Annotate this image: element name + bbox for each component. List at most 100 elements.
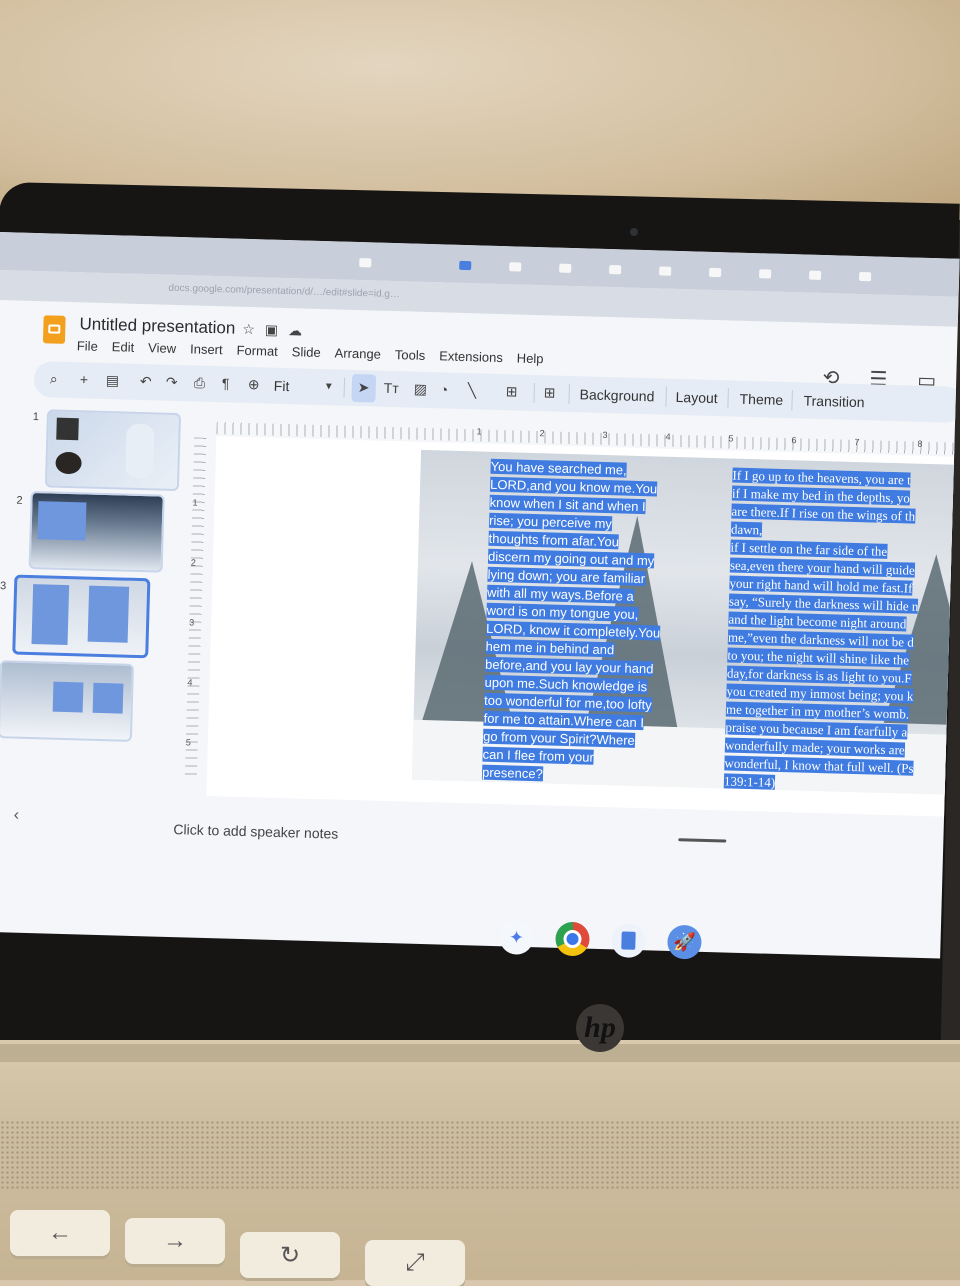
zoom-icon[interactable]: ⊕ xyxy=(248,376,260,393)
divider xyxy=(727,388,729,409)
transition-button[interactable]: Transition xyxy=(803,393,864,411)
slide-number: 1 xyxy=(32,410,40,424)
ruler-number: 5 xyxy=(728,433,734,444)
ruler-number: 1 xyxy=(476,426,482,437)
fullscreen-key[interactable]: ⤢ xyxy=(365,1240,465,1286)
docs-icon[interactable] xyxy=(611,923,646,959)
slide-thumbnail-1[interactable] xyxy=(44,409,182,492)
collapse-filmstrip-icon[interactable]: ‹ xyxy=(13,807,19,825)
ruler-number: 3 xyxy=(602,429,608,441)
menu-view[interactable]: View xyxy=(148,340,176,356)
shape-icon[interactable]: ◔ xyxy=(440,381,449,397)
image-icon[interactable]: ▨ xyxy=(414,381,428,398)
menu-help[interactable]: Help xyxy=(517,350,544,366)
speaker-grille xyxy=(0,1120,960,1190)
ruler-number: 4 xyxy=(665,431,671,442)
thumb-text-block xyxy=(52,681,84,713)
ruler-number: 4 xyxy=(187,677,193,688)
thumb-text-block xyxy=(92,682,124,714)
text-box-icon[interactable]: Tт xyxy=(384,380,399,396)
zoom-select[interactable]: Fit xyxy=(274,378,290,394)
star-icon[interactable]: ☆ xyxy=(242,321,265,338)
hp-logo: hp xyxy=(576,1004,624,1052)
menu-tools[interactable]: Tools xyxy=(395,347,426,363)
slide-canvas[interactable]: You have searched me, LORD,and you know … xyxy=(206,436,960,817)
screen: docs.google.com/presentation/d/…/edit#sl… xyxy=(0,232,960,959)
thumb-text-block xyxy=(37,501,87,541)
webcam xyxy=(630,228,638,236)
menu-arrange[interactable]: Arrange xyxy=(334,345,381,361)
back-key[interactable]: ← xyxy=(10,1210,110,1256)
ruler-number: 8 xyxy=(917,438,923,449)
move-folder-icon[interactable]: ▣ xyxy=(265,321,289,338)
chevron-down-icon[interactable]: ▼ xyxy=(324,381,334,392)
slide-thumbnail-2[interactable] xyxy=(28,490,165,573)
chromeos-shelf: ✦ 🚀 xyxy=(499,920,702,960)
line-icon[interactable]: ╲ xyxy=(468,382,477,399)
slides-logo-icon[interactable] xyxy=(42,315,66,344)
tab-favicon[interactable] xyxy=(559,263,572,273)
tab-favicon[interactable] xyxy=(609,265,622,275)
thumb-image xyxy=(55,451,82,475)
slide-layout-icon[interactable]: ▤ xyxy=(106,372,120,389)
tab-favicon[interactable] xyxy=(359,258,372,268)
ruler-number: 2 xyxy=(539,428,545,439)
notes-resize-handle[interactable] xyxy=(678,838,727,843)
new-slide-icon[interactable]: + xyxy=(80,371,89,387)
url-text[interactable]: docs.google.com/presentation/d/…/edit#sl… xyxy=(168,283,400,300)
launcher-icon[interactable]: 🚀 xyxy=(666,924,702,960)
vertical-ruler xyxy=(184,437,207,778)
forward-key[interactable]: → xyxy=(125,1218,225,1264)
menu-file[interactable]: File xyxy=(77,338,98,354)
qr-code xyxy=(56,417,79,441)
add-comment-icon[interactable]: ⊞ xyxy=(543,384,556,401)
divider xyxy=(533,382,535,403)
tab-favicon[interactable] xyxy=(759,269,772,279)
menu-extensions[interactable]: Extensions xyxy=(439,348,503,365)
divider xyxy=(343,377,346,398)
tab-favicon[interactable] xyxy=(808,270,822,280)
print-icon[interactable]: ⎙ xyxy=(194,374,206,391)
menu-format[interactable]: Format xyxy=(236,343,278,359)
laptop-hinge xyxy=(0,1044,960,1062)
tab-favicon[interactable] xyxy=(709,267,722,278)
thumb-text-block xyxy=(87,585,130,643)
ruler-number: 1 xyxy=(192,497,198,508)
cloud-status-icon[interactable]: ☁ xyxy=(288,322,312,339)
menu-edit[interactable]: Edit xyxy=(112,339,135,355)
gemini-icon[interactable]: ✦ xyxy=(499,920,534,955)
theme-button[interactable]: Theme xyxy=(739,391,783,408)
chrome-icon[interactable] xyxy=(555,921,590,957)
placeholder-icon[interactable]: ⊞ xyxy=(506,383,518,400)
scripture-textbox-left[interactable]: You have searched me, LORD,and you know … xyxy=(481,458,686,787)
background-button[interactable]: Background xyxy=(579,386,654,404)
redo-icon[interactable]: ↷ xyxy=(166,374,178,391)
paint-format-icon[interactable]: ¶ xyxy=(222,375,230,391)
slide-thumbnail-3[interactable] xyxy=(12,574,151,659)
ruler-number: 2 xyxy=(190,557,197,568)
tab-favicon[interactable] xyxy=(509,262,522,272)
thumb-image xyxy=(125,423,155,479)
ruler-number: 5 xyxy=(185,737,191,748)
undo-icon[interactable]: ↶ xyxy=(140,373,152,390)
tab-favicon[interactable] xyxy=(858,272,872,282)
refresh-key[interactable]: ↻ xyxy=(240,1232,340,1278)
slide-thumbnail-4[interactable] xyxy=(0,660,134,742)
layout-button[interactable]: Layout xyxy=(675,389,717,406)
menu-insert[interactable]: Insert xyxy=(190,341,223,357)
slide-number: 2 xyxy=(16,494,23,507)
ruler-number: 7 xyxy=(854,436,860,448)
cursor-icon: ➤ xyxy=(357,379,370,396)
filmstrip: 1 2 3 4 xyxy=(0,402,182,787)
current-slide[interactable]: You have searched me, LORD,and you know … xyxy=(411,449,960,796)
speaker-notes[interactable]: Click to add speaker notes xyxy=(173,821,338,842)
slide-number: 3 xyxy=(0,580,7,593)
search-menus-icon[interactable]: ⌕ xyxy=(50,370,58,387)
presentation-title[interactable]: Untitled presentation xyxy=(79,314,235,338)
scripture-textbox-right[interactable]: If I go up to the heavens, you are t if … xyxy=(723,467,960,796)
tab-favicon[interactable] xyxy=(659,266,672,276)
divider xyxy=(568,383,570,404)
divider xyxy=(791,390,793,411)
menu-slide[interactable]: Slide xyxy=(292,344,321,360)
docs-tab-favicon[interactable] xyxy=(459,260,472,271)
